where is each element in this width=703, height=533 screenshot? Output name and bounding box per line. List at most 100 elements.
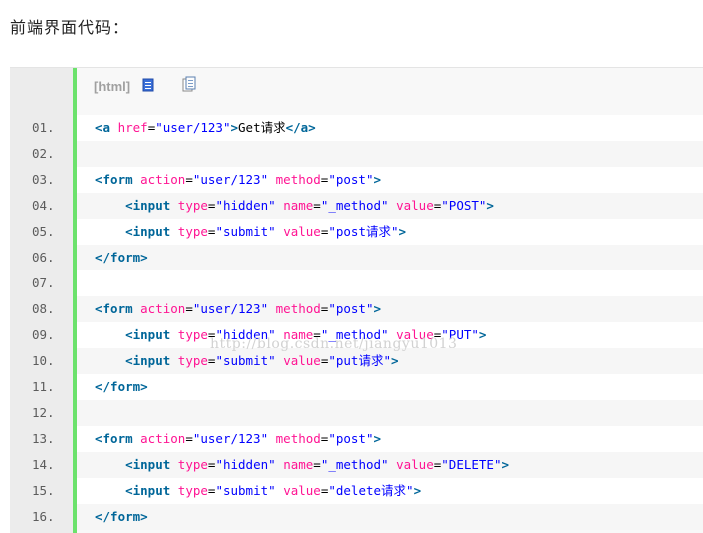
code-line: 11. </form> [10, 374, 703, 400]
code-token-tag: > [391, 353, 399, 369]
code-token-val: "submit" [215, 223, 276, 239]
code-token-attr: method [275, 430, 321, 446]
code-token-tag: > [486, 197, 494, 213]
code-toolbar: [html] [94, 76, 196, 96]
line-code: <a href="user/123">Get请求</a> [95, 115, 316, 141]
view-source-icon[interactable] [142, 77, 154, 96]
code-token-val: "put请求" [328, 353, 391, 369]
code-line: 08. <form action="user/123" method="post"… [10, 296, 703, 323]
code-token-tag: </form> [95, 379, 148, 394]
code-token-val: "user/123" [192, 430, 269, 446]
code-token-tag: </form> [95, 249, 148, 265]
line-code: </form> [95, 504, 148, 530]
line-number: 12. [32, 404, 55, 420]
code-line-background [77, 140, 703, 167]
code-token-val: "_method" [320, 456, 389, 472]
code-token-attr: type [177, 327, 208, 343]
line-number: 14. [32, 456, 55, 472]
code-token-attr: name [283, 197, 314, 213]
watermark: http://blog.csdn.net/jiangyu1013 [210, 336, 458, 352]
code-token-attr: type [177, 223, 208, 239]
line-number: 03. [32, 171, 55, 187]
code-token-val: "user/123" [192, 171, 269, 187]
code-token-attr: action [140, 301, 186, 317]
code-line: 05. <input type="submit" value="post请求"> [10, 218, 703, 245]
code-token-tag: > [501, 456, 510, 472]
code-token-tag: > [373, 301, 382, 317]
section-heading: 前端界面代码： [10, 18, 130, 37]
code-line-background [77, 399, 703, 426]
code-token-val: "_method" [320, 197, 389, 213]
code-token-attr: method [275, 301, 321, 317]
code-token-val: "post" [328, 171, 374, 187]
code-token-text: Get请求 [238, 120, 286, 135]
code-token-attr: action [140, 171, 186, 187]
code-token-tag: > [478, 327, 487, 343]
code-token-attr: value [283, 482, 321, 498]
code-line: 12. [10, 399, 703, 426]
code-token-tag: > [398, 223, 407, 239]
code-token-val: "DELETE" [441, 456, 502, 472]
line-number: 13. [32, 430, 55, 446]
line-code: </form> [95, 374, 148, 400]
code-line: 01. <a href="user/123">Get请求</a> [10, 115, 703, 141]
code-token-text: = [185, 430, 193, 446]
code-token-attr: method [275, 171, 321, 187]
code-token-attr: action [140, 430, 186, 446]
line-code: <input type="hidden" name="_method" valu… [95, 193, 494, 219]
code-line-background [77, 270, 703, 297]
code-token-val: "submit" [215, 482, 276, 498]
code-token-text: = [313, 456, 321, 472]
code-token-tag: <form [95, 171, 141, 187]
code-token-attr: type [177, 353, 208, 369]
code-token-tag: <input [125, 197, 178, 213]
line-code: <input type="hidden" name="_method" valu… [95, 452, 509, 478]
code-token-attr: value [396, 456, 434, 472]
code-token-attr: name [283, 456, 314, 472]
line-number: 04. [32, 197, 55, 213]
code-token-tag: <input [125, 353, 178, 369]
code-token-val: "user/123" [155, 120, 231, 135]
code-token-tag: <form [95, 301, 141, 317]
line-number: 16. [32, 508, 55, 524]
code-token-attr: type [177, 482, 208, 498]
code-token-tag: <a [95, 120, 118, 135]
code-token-val: "user/123" [192, 301, 269, 317]
code-token-tag: > [230, 120, 239, 135]
code-token-text: = [185, 171, 193, 187]
code-line: 14. <input type="hidden" name="_method" … [10, 451, 703, 478]
line-code: </form> [95, 245, 148, 271]
code-token-tag: <form [95, 430, 141, 446]
code-token-attr: value [283, 223, 321, 239]
line-number: 02. [32, 145, 55, 161]
copy-icon[interactable] [182, 76, 196, 96]
line-number: 10. [32, 353, 55, 369]
line-number: 01. [32, 120, 55, 135]
line-number: 11. [32, 379, 55, 394]
code-token-val: "hidden" [215, 197, 276, 213]
code-line: 16. </form> [10, 503, 703, 530]
code-line-background [77, 503, 703, 530]
code-token-val: "POST" [441, 197, 487, 213]
code-line: 07. [10, 270, 703, 297]
code-line: 15. <input type="submit" value="delete请求… [10, 477, 703, 504]
line-number: 09. [32, 327, 55, 343]
line-number: 15. [32, 482, 55, 498]
line-code: <input type="submit" value="post请求"> [95, 219, 406, 245]
line-code: <form action="user/123" method="post"> [95, 426, 381, 452]
code-token-tag: </a> [285, 120, 316, 135]
code-token-attr: value [396, 197, 434, 213]
code-line: 02. [10, 140, 703, 167]
code-line: 06. </form> [10, 244, 703, 271]
code-token-tag: > [413, 482, 422, 498]
code-line: 13. <form action="user/123" method="post"… [10, 425, 703, 452]
